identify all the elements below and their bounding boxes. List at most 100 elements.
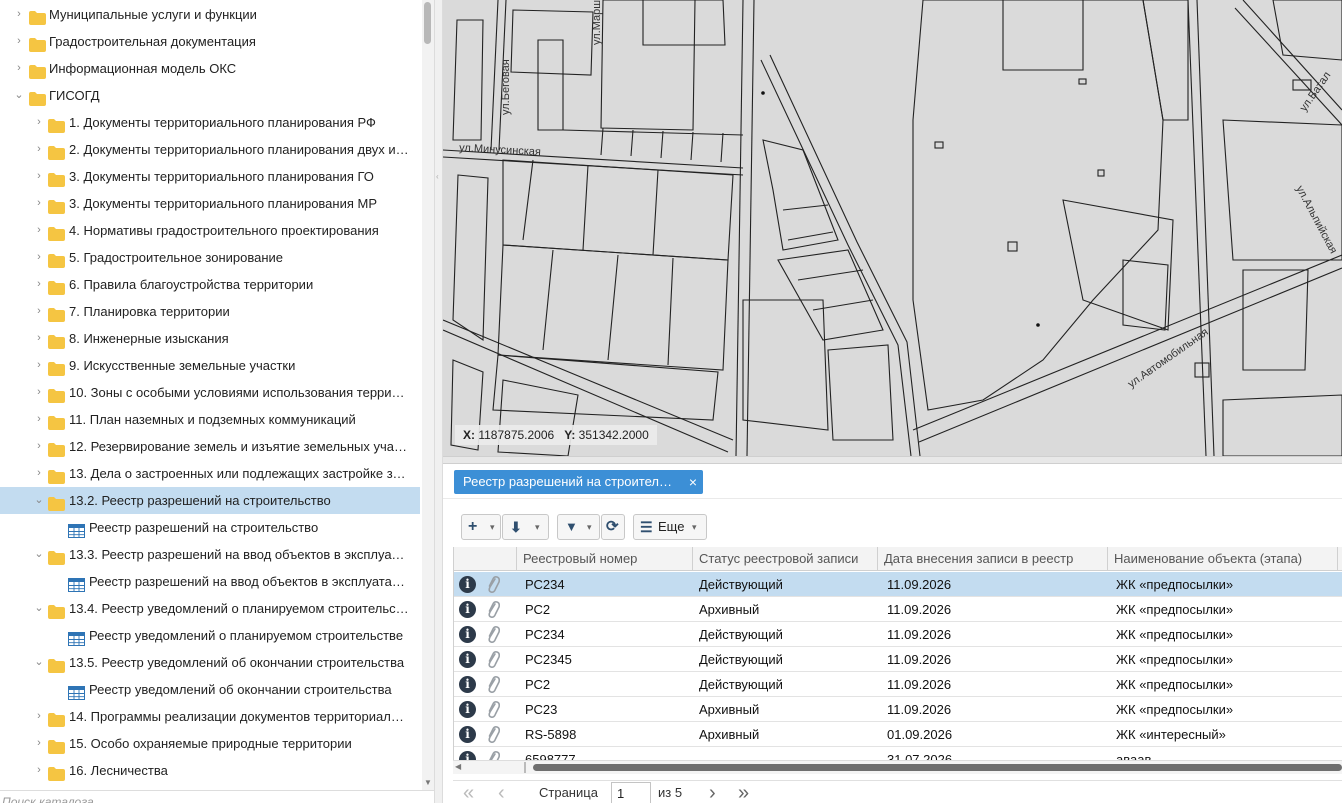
chevron-right-icon[interactable]: › — [32, 406, 46, 433]
table-row[interactable]: i RS-5898 Архивный 01.09.2026 ЖК «интересный… — [454, 722, 1342, 747]
tree-item[interactable]: › 3. Документы территориального планирова… — [0, 190, 420, 217]
table-row[interactable]: i РС234 Действующий 11.09.2026 ЖК «предпосыл… — [454, 622, 1342, 647]
tree-scrollbar-thumb[interactable] — [424, 2, 431, 44]
table-row[interactable]: i РС2345 Действующий 11.09.2026 ЖК «предпосы… — [454, 647, 1342, 672]
chevron-down-icon[interactable]: ⌄ — [32, 487, 46, 514]
scroll-left-arrow-icon[interactable]: ◀ — [455, 762, 461, 771]
panel-splitter[interactable]: ‹ — [434, 0, 443, 803]
first-page-icon[interactable]: « — [463, 783, 474, 803]
info-icon[interactable]: i — [459, 651, 476, 668]
chevron-down-icon[interactable]: ⌄ — [32, 595, 46, 622]
grid-scrollbar-thumb[interactable] — [533, 764, 1342, 771]
map-view[interactable]: ул.Беговая ул.Марш ул.Минусинская ул.Авт… — [443, 0, 1342, 456]
scroll-down-arrow-icon[interactable]: ▼ — [422, 778, 434, 788]
chevron-right-icon[interactable]: › — [32, 757, 46, 784]
catalog-search-input[interactable]: Поиск каталога — [0, 790, 434, 803]
attachment-icon[interactable] — [486, 675, 500, 694]
attachment-icon[interactable] — [486, 725, 500, 744]
info-icon[interactable]: i — [459, 701, 476, 718]
chevron-right-icon[interactable]: › — [32, 244, 46, 271]
chevron-right-icon[interactable]: › — [32, 217, 46, 244]
chevron-right-icon[interactable]: › — [12, 28, 26, 55]
chevron-right-icon[interactable]: › — [32, 730, 46, 757]
tree-item[interactable]: › 11. План наземных и подземных коммуника… — [0, 406, 420, 433]
tree-item[interactable]: ⌄ 13.2. Реестр разрешений на строительств… — [0, 487, 420, 514]
tree-item[interactable]: Реестр уведомлений о планируемом строите… — [0, 622, 420, 649]
tree-item[interactable]: Реестр уведомлений об окончании строител… — [0, 676, 420, 703]
tree-item[interactable]: › Информационная модель ОКС — [0, 55, 420, 82]
chevron-right-icon[interactable]: › — [32, 460, 46, 487]
chevron-down-icon[interactable]: ⌄ — [32, 649, 46, 676]
tree-item[interactable]: › Градостроительная документация — [0, 28, 420, 55]
prev-page-icon[interactable]: ‹ — [498, 783, 505, 803]
page-number-input[interactable] — [611, 782, 651, 803]
tree-item[interactable]: ⌄ ГИСОГД — [0, 82, 420, 109]
header-extra[interactable]: У — [1338, 547, 1342, 571]
table-row[interactable]: i РС234 Действующий 11.09.2026 ЖК «предпосыл… — [454, 572, 1342, 597]
chevron-right-icon[interactable]: › — [32, 271, 46, 298]
tree-item[interactable]: › 4. Нормативы градостроительного проекти… — [0, 217, 420, 244]
tree-item[interactable]: › 2. Документы территориального планирова… — [0, 136, 420, 163]
tree-item[interactable]: › 1. Документы территориального планирова… — [0, 109, 420, 136]
grid-horizontal-scrollbar[interactable]: ◀ — [453, 760, 1342, 774]
header-registry-number[interactable]: Реестровый номер — [517, 547, 693, 571]
tree-item[interactable]: ⌄ 13.4. Реестр уведомлений о планируемом … — [0, 595, 420, 622]
info-icon[interactable]: i — [459, 601, 476, 618]
tree-item[interactable]: › 9. Искусственные земельные участки — [0, 352, 420, 379]
info-icon[interactable]: i — [459, 626, 476, 643]
collapse-chevron-icon[interactable]: ‹ — [436, 172, 439, 181]
tree-item[interactable]: › 15. Особо охраняемые природные территор… — [0, 730, 420, 757]
tree-item[interactable]: › 14. Программы реализации документов тер… — [0, 703, 420, 730]
filter-button[interactable]: ▼ ▾ — [557, 514, 600, 540]
chevron-right-icon[interactable]: › — [32, 703, 46, 730]
attachment-icon[interactable] — [486, 575, 500, 594]
header-object-name[interactable]: Наименование объекта (этапа) — [1108, 547, 1338, 571]
tree-item[interactable]: ⌄ 13.5. Реестр уведомлений об окончании с… — [0, 649, 420, 676]
chevron-right-icon[interactable]: › — [32, 163, 46, 190]
table-row[interactable]: i РС2 Действующий 11.09.2026 ЖК «предпосылки… — [454, 672, 1342, 697]
chevron-down-icon[interactable]: ⌄ — [12, 82, 26, 109]
tree-scrollbar[interactable]: ▼ — [422, 0, 434, 790]
tree-item[interactable]: Реестр разрешений на ввод объектов в экс… — [0, 568, 420, 595]
next-page-icon[interactable]: › — [709, 783, 716, 803]
tree-item[interactable]: › Муниципальные услуги и функции — [0, 1, 420, 28]
chevron-right-icon[interactable]: › — [32, 136, 46, 163]
chevron-right-icon[interactable]: › — [32, 109, 46, 136]
table-row[interactable]: i РС23 Архивный 11.09.2026 ЖК «предпосылки» — [454, 697, 1342, 722]
tree-item[interactable]: › 10. Зоны с особыми условиями использова… — [0, 379, 420, 406]
chevron-down-icon[interactable]: ⌄ — [32, 541, 46, 568]
tree-item[interactable]: ⌄ 13.3. Реестр разрешений на ввод объекто… — [0, 541, 420, 568]
tree-item[interactable]: › 5. Градостроительное зонирование — [0, 244, 420, 271]
info-icon[interactable]: i — [459, 576, 476, 593]
attachment-icon[interactable] — [486, 650, 500, 669]
chevron-right-icon[interactable]: › — [32, 379, 46, 406]
attachment-icon[interactable] — [486, 625, 500, 644]
chevron-right-icon[interactable]: › — [32, 190, 46, 217]
map-canvas[interactable]: ул.Беговая ул.Марш ул.Минусинская ул.Авт… — [443, 0, 1342, 456]
chevron-right-icon[interactable]: › — [32, 298, 46, 325]
header-status[interactable]: Статус реестровой записи — [693, 547, 878, 571]
attachment-icon[interactable] — [486, 700, 500, 719]
tree-item[interactable]: › 13. Дела о застроенных или подлежащих з… — [0, 460, 420, 487]
chevron-right-icon[interactable]: › — [32, 325, 46, 352]
tree-item[interactable]: › 12. Резервирование земель и изъятие зем… — [0, 433, 420, 460]
tab-construction-permits[interactable]: Реестр разрешений на строительство × — [454, 470, 703, 494]
map-panel-splitter[interactable] — [443, 456, 1342, 464]
chevron-right-icon[interactable]: › — [32, 352, 46, 379]
tree-item[interactable]: Реестр разрешений на строительство — [0, 514, 420, 541]
tree-item[interactable]: › 3. Документы территориального планирова… — [0, 163, 420, 190]
tree-item[interactable]: › 16. Лесничества — [0, 757, 420, 784]
refresh-button[interactable]: ⟳ — [601, 514, 625, 540]
tree-item[interactable]: › 7. Планировка территории — [0, 298, 420, 325]
more-button[interactable]: ☰ Еще ▾ — [633, 514, 707, 540]
chevron-right-icon[interactable]: › — [12, 55, 26, 82]
close-icon[interactable]: × — [689, 470, 697, 494]
last-page-icon[interactable]: » — [738, 783, 749, 803]
table-row[interactable]: i РС2 Архивный 11.09.2026 ЖК «предпосылки» — [454, 597, 1342, 622]
tree-item[interactable]: › 6. Правила благоустройства территории — [0, 271, 420, 298]
info-icon[interactable]: i — [459, 726, 476, 743]
attachment-icon[interactable] — [486, 600, 500, 619]
chevron-right-icon[interactable]: › — [32, 433, 46, 460]
tree-item[interactable]: › 8. Инженерные изыскания — [0, 325, 420, 352]
add-button[interactable]: + ▾ — [461, 514, 501, 540]
